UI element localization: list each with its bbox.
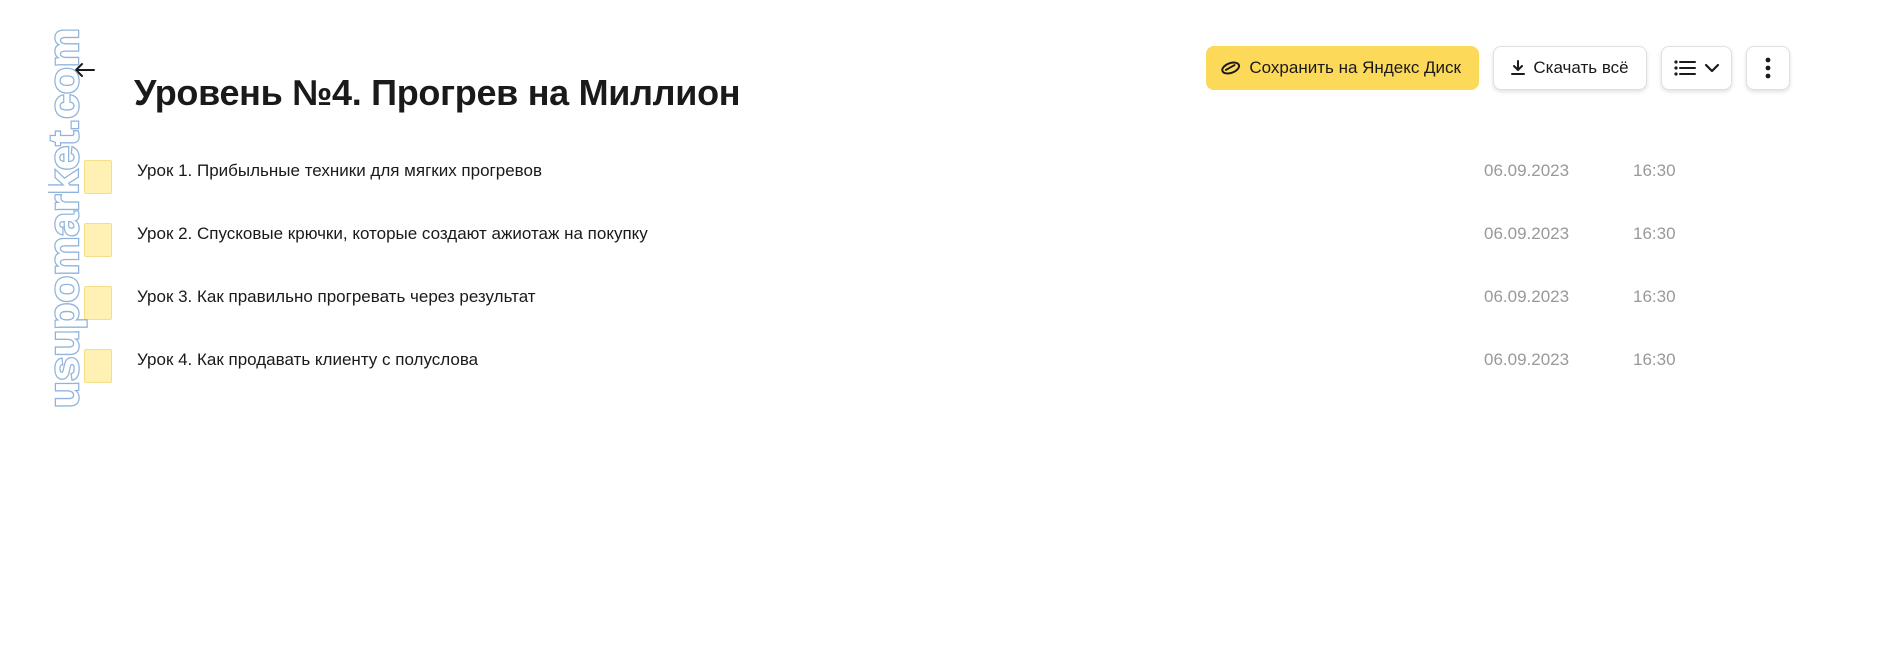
download-icon: [1511, 60, 1526, 75]
file-row[interactable]: Урок 3. Как правильно прогревать через р…: [0, 269, 1884, 332]
file-name: Урок 3. Как правильно прогревать через р…: [137, 287, 536, 306]
file-row[interactable]: Урок 4. Как продавать клиенту с полуслов…: [0, 332, 1884, 395]
view-mode-button[interactable]: [1661, 46, 1732, 90]
file-date: 06.09.2023: [1484, 287, 1570, 306]
folder-icon: [84, 223, 112, 257]
page-title: Уровень №4. Прогрев на Миллион: [134, 72, 741, 114]
toolbar: Сохранить на Яндекс Диск Скачать всё: [1206, 46, 1790, 90]
file-date: 06.09.2023: [1484, 161, 1570, 180]
more-vertical-icon: [1765, 57, 1771, 79]
back-button[interactable]: [66, 52, 102, 88]
download-all-button[interactable]: Скачать всё: [1493, 46, 1647, 90]
more-actions-button[interactable]: [1746, 46, 1790, 90]
file-name: Урок 1. Прибыльные техники для мягких пр…: [137, 161, 542, 180]
page: Уровень №4. Прогрев на Миллион Сохранить…: [0, 0, 1884, 652]
file-row[interactable]: Урок 1. Прибыльные техники для мягких пр…: [0, 143, 1884, 206]
disk-icon: [1221, 61, 1241, 75]
file-date: 06.09.2023: [1484, 350, 1570, 369]
file-name: Урок 4. Как продавать клиенту с полуслов…: [137, 350, 479, 369]
file-row[interactable]: Урок 2. Спусковые крючки, которые создаю…: [0, 206, 1884, 269]
save-to-disk-label: Сохранить на Яндекс Диск: [1249, 58, 1461, 77]
chevron-down-icon: [1704, 63, 1719, 73]
folder-icon: [84, 286, 112, 320]
header: Уровень №4. Прогрев на Миллион Сохранить…: [0, 44, 1884, 113]
file-time: 16:30: [1633, 161, 1676, 180]
file-time: 16:30: [1633, 224, 1676, 243]
file-date: 06.09.2023: [1484, 224, 1570, 243]
save-to-disk-button[interactable]: Сохранить на Яндекс Диск: [1206, 46, 1479, 90]
list-view-icon: [1673, 60, 1696, 76]
folder-icon: [84, 349, 112, 383]
file-time: 16:30: [1633, 287, 1676, 306]
file-time: 16:30: [1633, 350, 1676, 369]
arrow-left-icon: [75, 63, 95, 77]
file-name: Урок 2. Спусковые крючки, которые создаю…: [137, 224, 648, 243]
file-list: Урок 1. Прибыльные техники для мягких пр…: [0, 143, 1884, 395]
download-all-label: Скачать всё: [1533, 58, 1629, 77]
folder-icon: [84, 160, 112, 194]
